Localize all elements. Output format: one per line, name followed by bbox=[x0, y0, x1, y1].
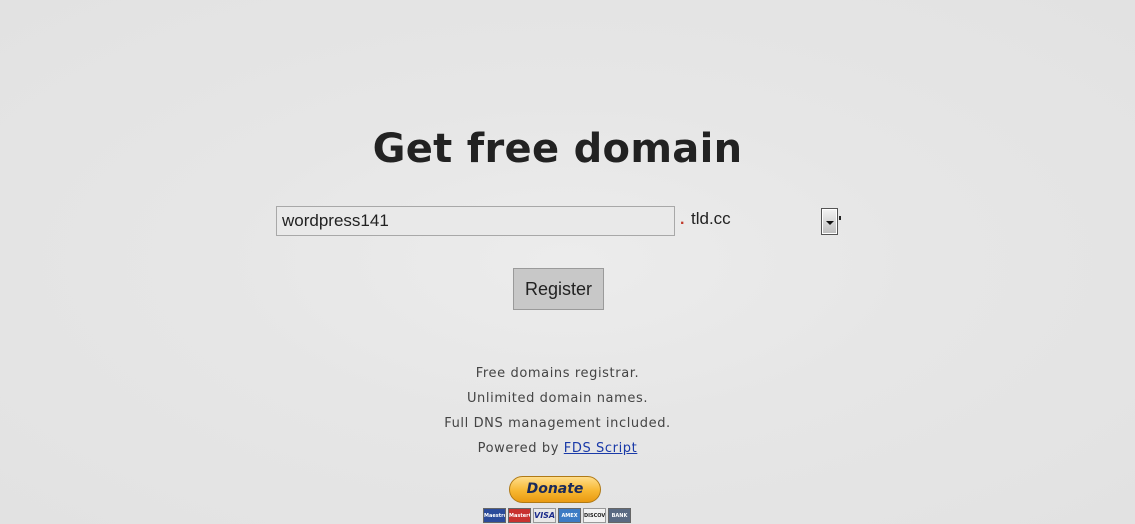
amex-card-icon: AMEX bbox=[558, 508, 581, 523]
info-line-powered-by: Powered by FDS Script bbox=[0, 441, 1115, 456]
donate-button[interactable]: Donate bbox=[509, 476, 601, 503]
tld-select[interactable]: tld.cc bbox=[691, 208, 841, 236]
maestro-card-icon: Maestro bbox=[483, 508, 506, 523]
mastercard-icon: MasterCard bbox=[508, 508, 531, 523]
info-line-unlimited: Unlimited domain names. bbox=[466, 391, 649, 406]
page-title: Get free domain bbox=[372, 126, 743, 172]
visa-card-icon: VISA bbox=[533, 508, 556, 523]
info-line-dns: Full DNS management included. bbox=[444, 416, 671, 431]
info-line-registrar: Free domains registrar. bbox=[475, 366, 640, 381]
register-button[interactable]: Register bbox=[513, 268, 604, 310]
powered-by-label: Powered by bbox=[477, 441, 564, 456]
chevron-down-icon[interactable] bbox=[821, 208, 838, 235]
domain-name-input[interactable] bbox=[276, 206, 675, 236]
tld-selected-value: tld.cc bbox=[691, 209, 731, 228]
payment-cards: Maestro MasterCard VISA AMEX DISCOVER BA… bbox=[483, 508, 631, 524]
select-edge-mark bbox=[839, 216, 841, 220]
domain-separator-dot: . bbox=[680, 211, 685, 228]
discover-card-icon: DISCOVER bbox=[583, 508, 606, 523]
bank-icon: BANK bbox=[608, 508, 631, 523]
fds-script-link[interactable]: FDS Script bbox=[564, 441, 638, 456]
